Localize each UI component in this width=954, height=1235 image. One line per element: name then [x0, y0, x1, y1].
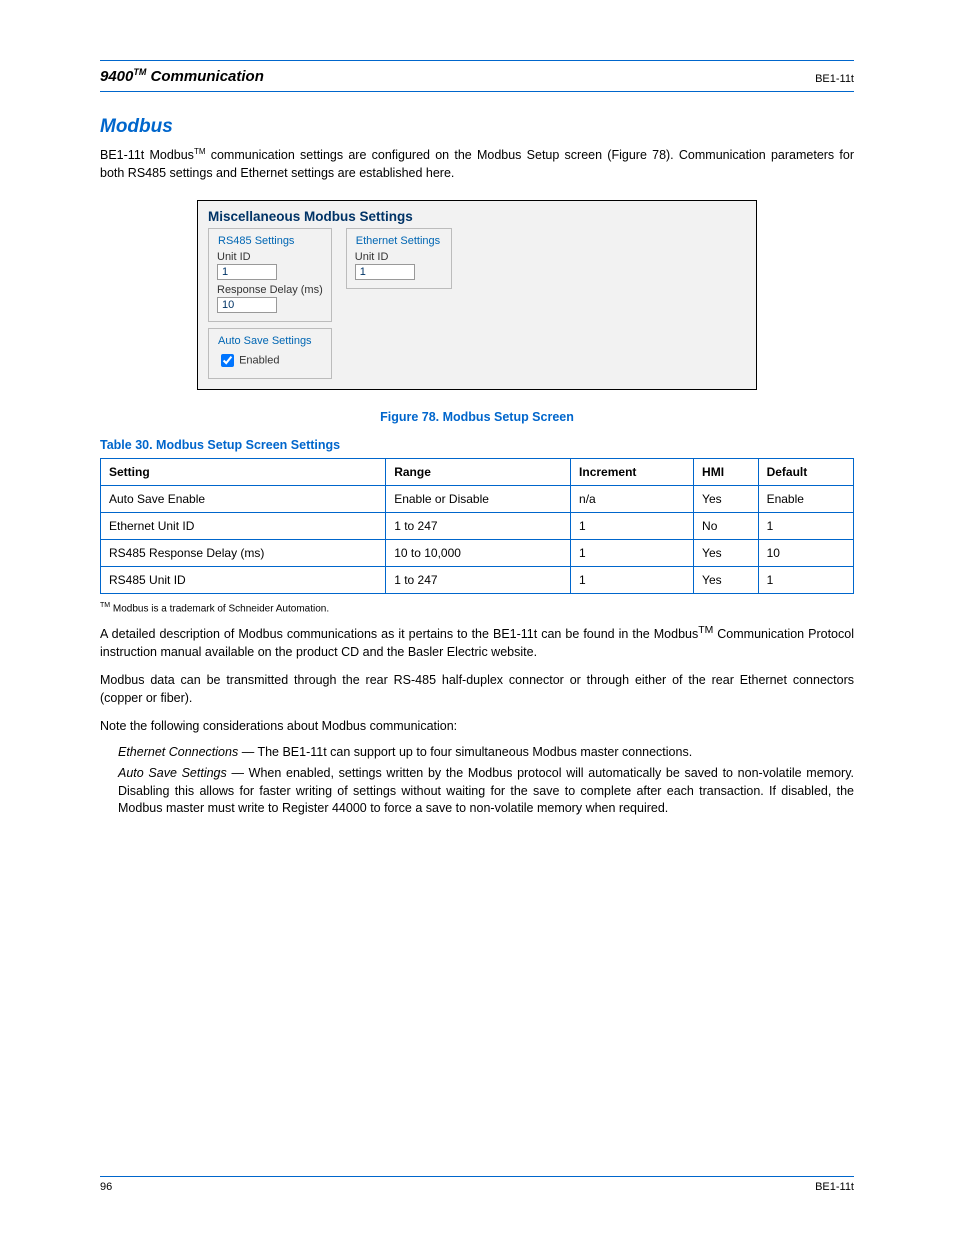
footer-page: 96	[100, 1181, 112, 1193]
note-subitem: Auto Save Settings — When enabled, setti…	[118, 765, 854, 818]
note-item: A detailed description of Modbus communi…	[100, 623, 854, 661]
eth-legend: Ethernet Settings	[353, 235, 443, 247]
header-right: BE1-11t	[815, 73, 854, 85]
autosave-label: Enabled	[239, 355, 279, 367]
table-row: Auto Save Enable Enable or Disable n/a Y…	[101, 486, 854, 513]
table-row: RS485 Unit ID 1 to 247 1 Yes 1	[101, 567, 854, 594]
rs485-legend: RS485 Settings	[215, 235, 297, 247]
heading-modbus: Modbus	[100, 116, 854, 138]
table-header-row: Setting Range Increment HMI Default	[101, 459, 854, 486]
header-left: 9400TM Communication	[100, 67, 264, 85]
note-subitem: Ethernet Connections — The BE1-11t can s…	[118, 744, 854, 762]
figure-modbus-setup: Miscellaneous Modbus Settings RS485 Sett…	[197, 200, 757, 390]
figure-caption: Figure 78. Modbus Setup Screen	[100, 410, 854, 424]
note-item: Note the following considerations about …	[100, 717, 854, 817]
col-default: Default	[758, 459, 853, 486]
rs485-unitid-label: Unit ID	[217, 251, 323, 263]
chapter-label: 9400	[100, 68, 133, 85]
settings-table: Setting Range Increment HMI Default Auto…	[100, 458, 854, 594]
notes-list: A detailed description of Modbus communi…	[100, 623, 854, 818]
tm-sup: TM	[133, 67, 146, 77]
page-footer: 96 BE1-11t	[100, 1176, 854, 1193]
eth-unitid-input[interactable]: 1	[355, 264, 415, 280]
col-hmi: HMI	[694, 459, 759, 486]
autosave-group: Auto Save Settings Enabled	[208, 328, 332, 379]
table-row: RS485 Response Delay (ms) 10 to 10,000 1…	[101, 540, 854, 567]
trademark-note: TM Modbus is a trademark of Schneider Au…	[100, 602, 854, 614]
table-row: Ethernet Unit ID 1 to 247 1 No 1	[101, 513, 854, 540]
eth-unitid-label: Unit ID	[355, 251, 443, 263]
col-range: Range	[386, 459, 571, 486]
figure-title: Miscellaneous Modbus Settings	[208, 209, 746, 224]
table-caption: Table 30. Modbus Setup Screen Settings	[100, 438, 854, 452]
autosave-checkbox[interactable]	[221, 354, 234, 367]
page-header: 9400TM Communication BE1-11t	[100, 67, 854, 85]
note-item: Modbus data can be transmitted through t…	[100, 671, 854, 707]
rs485-unitid-input[interactable]: 1	[217, 264, 277, 280]
footer-right: BE1-11t	[815, 1181, 854, 1193]
col-setting: Setting	[101, 459, 386, 486]
rs485-settings-group: RS485 Settings Unit ID 1 Response Delay …	[208, 228, 332, 322]
chapter-title: Communication	[151, 68, 264, 85]
rs485-respdelay-input[interactable]: 10	[217, 297, 277, 313]
ethernet-settings-group: Ethernet Settings Unit ID 1	[346, 228, 452, 289]
intro-paragraph: BE1-11t ModbusTM communication settings …	[100, 146, 854, 182]
autosave-legend: Auto Save Settings	[215, 335, 315, 347]
rs485-respdelay-label: Response Delay (ms)	[217, 284, 323, 296]
notes-sublist: Ethernet Connections — The BE1-11t can s…	[118, 744, 854, 818]
col-increment: Increment	[571, 459, 694, 486]
